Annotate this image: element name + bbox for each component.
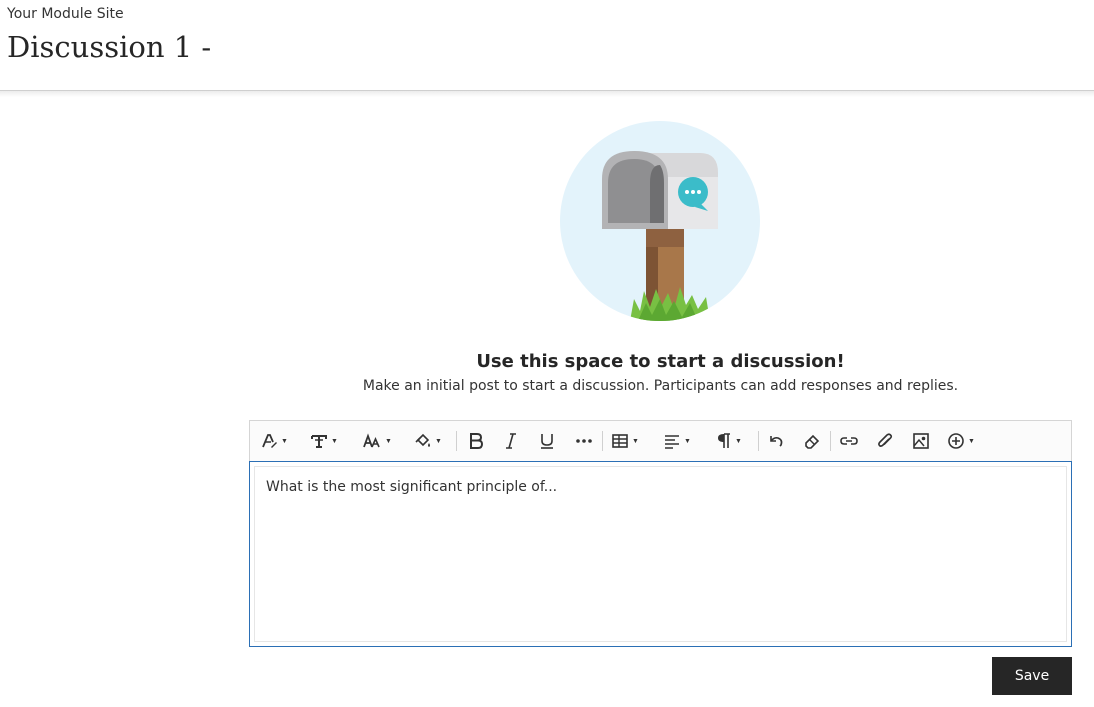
clear-formatting-button[interactable] [802,429,822,453]
page-header: Your Module Site Discussion 1 - [0,0,1094,91]
paragraph-button[interactable]: ▼ [716,429,742,453]
paragraph-icon [718,433,730,448]
underline-icon [541,434,553,449]
fill-color-icon [415,433,430,447]
undo-icon [770,436,783,447]
fill-color-button[interactable]: ▼ [414,429,442,453]
more-icon [576,439,592,443]
chevron-down-icon: ▼ [435,437,442,445]
toolbar-divider [758,431,759,451]
empty-state-heading: Use this space to start a discussion! [476,351,845,372]
text-style-button[interactable]: ▼ [260,429,288,453]
italic-button[interactable] [502,429,520,453]
chevron-down-icon: ▼ [632,437,639,445]
mailbox-illustration [560,121,760,321]
chevron-down-icon: ▼ [385,437,392,445]
site-name[interactable]: Your Module Site [7,6,124,22]
insert-image-button[interactable] [911,429,931,453]
toolbar-divider [830,431,831,451]
toolbar-divider [602,431,603,451]
editor-content-area[interactable]: What is the most significant principle o… [254,466,1067,642]
link-button[interactable] [839,429,859,453]
attachment-icon [878,433,893,447]
eraser-icon [805,434,820,449]
image-icon [913,433,929,449]
font-family-button[interactable]: ▼ [310,429,338,453]
bold-icon [470,433,484,449]
text-style-icon [262,434,277,448]
chevron-down-icon: ▼ [968,437,975,445]
font-size-button[interactable]: ▼ [362,429,392,453]
insert-content-button[interactable]: ▼ [947,429,975,453]
chevron-down-icon: ▼ [735,437,742,445]
align-icon [665,435,679,449]
table-icon [612,434,628,448]
undo-button[interactable] [766,429,786,453]
table-button[interactable]: ▼ [611,429,639,453]
link-icon [840,437,858,445]
italic-icon [506,433,516,449]
chevron-down-icon: ▼ [331,437,338,445]
post-editor[interactable]: What is the most significant principle o… [249,461,1072,647]
chevron-down-icon: ▼ [281,437,288,445]
editor-toolbar: ▼ ▼ ▼ ▼ ▼ ▼ ▼ ▼ [249,420,1072,461]
align-button[interactable]: ▼ [663,429,691,453]
font-family-icon [311,435,327,448]
header-shadow [0,91,1094,97]
save-button[interactable]: Save [992,657,1072,695]
toolbar-divider [456,431,457,451]
more-button[interactable] [573,429,595,453]
chevron-down-icon: ▼ [684,437,691,445]
editor-text[interactable]: What is the most significant principle o… [266,479,557,495]
bold-button[interactable] [466,429,486,453]
font-size-icon [363,433,380,448]
insert-icon [948,433,964,449]
underline-button[interactable] [537,429,557,453]
attachment-button[interactable] [875,429,895,453]
page-title: Discussion 1 - [7,30,212,64]
empty-state-subheading: Make an initial post to start a discussi… [362,378,959,394]
